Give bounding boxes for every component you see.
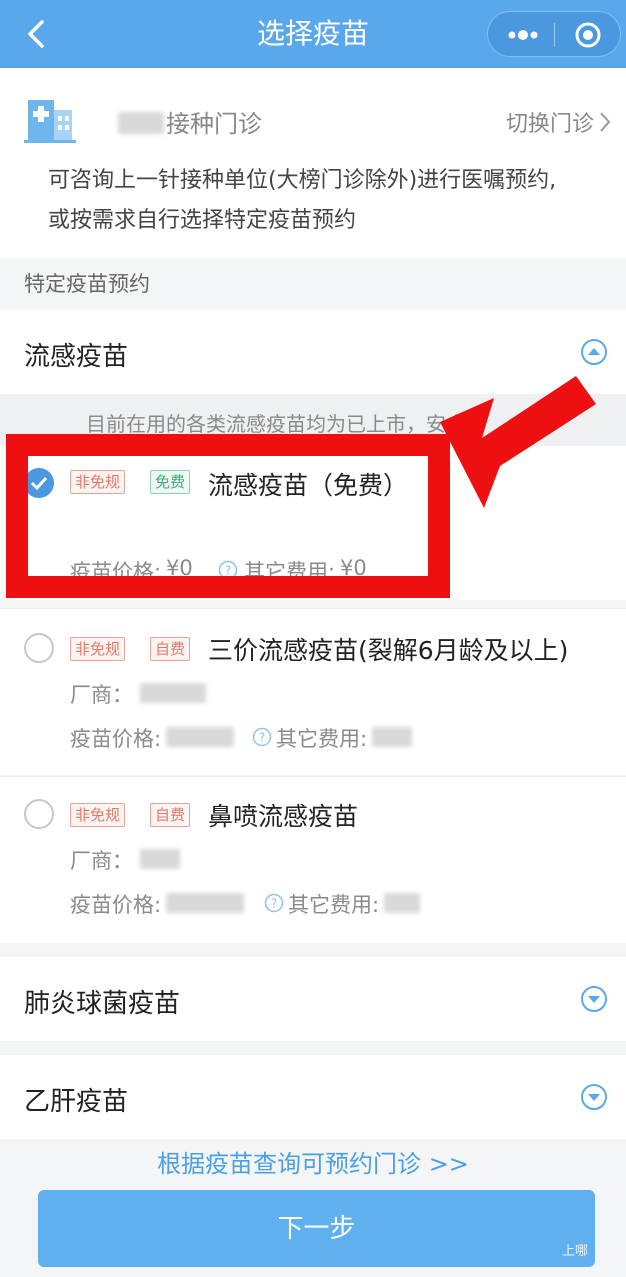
redacted-other-fee	[384, 893, 420, 913]
tag-self-paid: 自费	[150, 637, 191, 661]
query-clinic-link[interactable]: 根据疫苗查询可预约门诊 >>	[0, 1144, 626, 1179]
next-step-button[interactable]: 下一步	[38, 1190, 595, 1267]
clinic-row: 接种门诊 切换门诊	[0, 68, 626, 168]
price-label: 疫苗价格:	[70, 727, 162, 751]
section-label: 特定疫苗预约	[24, 272, 150, 296]
group-title: 流感疫苗	[24, 342, 129, 372]
vaccine-option-trivalent[interactable]: 非免规 自费 三价流感疫苗(裂解6月龄及以上) 厂商： 疫苗价格: ? 其它费用…	[0, 609, 626, 775]
vaccine-option-nasal[interactable]: 非免规 自费 鼻喷流感疫苗 厂商： 疫苗价格: ? 其它费用:	[0, 777, 626, 943]
other-fee-label: 其它费用:	[288, 893, 380, 917]
tag-non-mandatory: 非免规	[70, 803, 126, 827]
notice-text-line1: 可咨询上一针接种单位(大榜门诊除外)进行医嘱预约,	[48, 168, 557, 193]
radio-unchecked[interactable]	[24, 633, 54, 663]
redacted-clinic-name	[118, 112, 164, 134]
chevron-up-icon[interactable]	[580, 338, 608, 366]
highlight-box	[6, 434, 450, 598]
switch-clinic-label: 切换门诊	[505, 112, 594, 137]
redacted-price	[166, 727, 234, 747]
chevron-right-icon	[600, 112, 611, 132]
watermark-text: 上哪	[562, 1244, 589, 1259]
redacted-price	[166, 893, 244, 913]
mini-program-capsule	[487, 11, 621, 57]
other-fee-label: 其它费用:	[276, 727, 368, 751]
tag-non-mandatory: 非免规	[70, 637, 126, 661]
more-options-icon[interactable]	[505, 22, 541, 48]
group-title: 乙肝疫苗	[24, 1087, 129, 1117]
red-arrow-icon	[440, 376, 596, 508]
group-title: 肺炎球菌疫苗	[24, 989, 181, 1019]
chevron-down-icon[interactable]	[580, 1083, 608, 1111]
switch-clinic-button[interactable]: 切换门诊	[506, 106, 612, 138]
chevron-down-icon[interactable]	[580, 985, 608, 1013]
svg-text:?: ?	[259, 731, 265, 745]
group-header-hepatitis-b[interactable]: 乙肝疫苗	[0, 1055, 626, 1139]
manufacturer-label: 厂商：	[70, 683, 133, 707]
redacted-other-fee	[372, 727, 412, 747]
group-header-pneumococcal[interactable]: 肺炎球菌疫苗	[0, 957, 626, 1041]
scrolling-notice-text: 目前在用的各类流感疫苗均为已上市，安全	[86, 412, 466, 436]
close-target-icon[interactable]	[574, 21, 602, 49]
question-icon[interactable]: ?	[252, 727, 272, 747]
hospital-icon	[24, 100, 76, 143]
notice-panel: 可咨询上一针接种单位(大榜门诊除外)进行医嘱预约, 或按需求自行选择特定疫苗预约	[0, 168, 626, 258]
price-label: 疫苗价格:	[70, 893, 162, 917]
nav-bar: 选择疫苗	[0, 0, 626, 68]
notice-text-line2: 或按需求自行选择特定疫苗预约	[48, 208, 357, 233]
vaccine-name: 鼻喷流感疫苗	[208, 802, 359, 831]
svg-text:?: ?	[271, 897, 277, 911]
question-icon[interactable]: ?	[264, 893, 284, 913]
capsule-divider	[554, 23, 555, 47]
vaccine-name: 三价流感疫苗(裂解6月龄及以上)	[208, 636, 569, 665]
redacted-manufacturer	[140, 683, 206, 703]
radio-unchecked[interactable]	[24, 799, 54, 829]
manufacturer-label: 厂商：	[70, 849, 133, 873]
clinic-name: 接种门诊	[166, 110, 262, 138]
tag-self-paid: 自费	[150, 803, 191, 827]
redacted-manufacturer	[140, 849, 180, 869]
